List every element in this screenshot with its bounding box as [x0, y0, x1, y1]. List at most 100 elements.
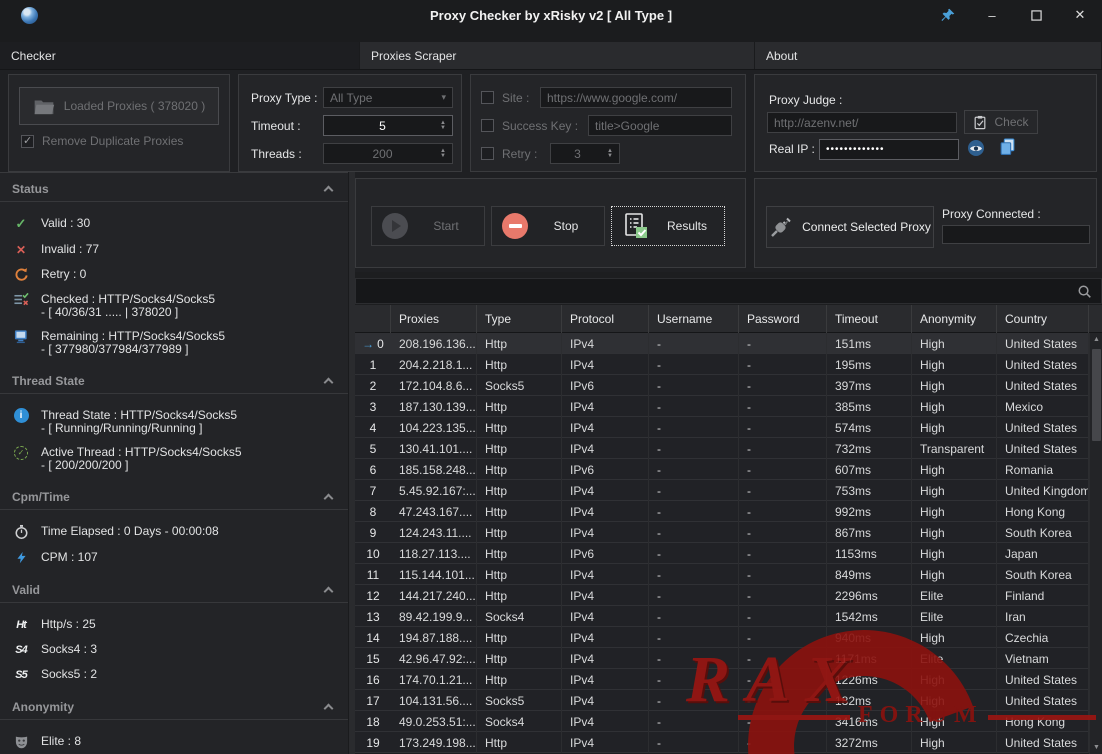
table-row[interactable]: 12144.217.240...HttpIPv4--2296msEliteFin…	[355, 585, 1089, 606]
table-search-bar[interactable]	[355, 278, 1102, 304]
proxy-judge-input[interactable]: http://azenv.net/	[767, 112, 957, 133]
retry-input[interactable]: 3 ▲▼	[550, 143, 620, 164]
scrollbar-thumb[interactable]	[1092, 349, 1101, 441]
table-cell: Japan	[997, 543, 1089, 564]
threads-input[interactable]: 200 ▲▼	[323, 143, 453, 164]
table-cell: South Korea	[997, 522, 1089, 543]
threads-stepper[interactable]: ▲▼	[435, 149, 446, 159]
table-row[interactable]: 1542.96.47.92:...HttpIPv4--1171msEliteVi…	[355, 648, 1089, 669]
table-body: →0208.196.136...HttpIPv4--151msHighUnite…	[355, 333, 1089, 754]
table-row[interactable]: 4104.223.135...HttpIPv4--574msHighUnited…	[355, 417, 1089, 438]
real-ip-input[interactable]: •••••••••••••	[819, 139, 959, 160]
table-row[interactable]: →0208.196.136...HttpIPv4--151msHighUnite…	[355, 333, 1089, 354]
column-header-proxies[interactable]: Proxies	[391, 305, 477, 333]
table-row[interactable]: 3187.130.139...HttpIPv4--385msHighMexico	[355, 396, 1089, 417]
column-header-password[interactable]: Password	[739, 305, 827, 333]
table-cell: High	[912, 732, 997, 753]
table-row[interactable]: 16174.70.1.21...HttpIPv4--1226msHighUnit…	[355, 669, 1089, 690]
section-header[interactable]: Valid	[0, 574, 348, 602]
column-header-protocol[interactable]: Protocol	[562, 305, 649, 333]
timeout-stepper[interactable]: ▲▼	[435, 121, 446, 131]
column-header-username[interactable]: Username	[649, 305, 739, 333]
stop-button[interactable]: Stop	[491, 206, 605, 246]
collapse-chevron-icon[interactable]	[324, 493, 334, 503]
table-cell: High	[912, 522, 997, 543]
table-row[interactable]: 1849.0.253.51:...Socks4IPv4--3416msHighH…	[355, 711, 1089, 732]
row-number: 15	[355, 648, 391, 669]
table-row[interactable]: 1389.42.199.9...Socks4IPv4--1542msEliteI…	[355, 606, 1089, 627]
table-row[interactable]: 847.243.167....HttpIPv4--992msHighHong K…	[355, 501, 1089, 522]
success-key-input[interactable]: title>Google	[588, 115, 732, 136]
table-cell: United States	[997, 375, 1089, 396]
sidebar-status-item: Retry : 0	[0, 262, 348, 287]
column-header-timeout[interactable]: Timeout	[827, 305, 912, 333]
connect-selected-proxy-button[interactable]: Connect Selected Proxy	[766, 206, 934, 248]
s5-icon: S5	[12, 667, 30, 682]
success-key-checkbox[interactable]	[481, 119, 494, 132]
table-row[interactable]: 11115.144.101...HttpIPv4--849msHighSouth…	[355, 564, 1089, 585]
collapse-chevron-icon[interactable]	[324, 703, 334, 713]
table-cell: -	[739, 438, 827, 459]
row-number: 16	[355, 669, 391, 690]
retry-checkbox[interactable]	[481, 147, 494, 160]
table-cell: Http	[477, 354, 562, 375]
table-cell: -	[739, 396, 827, 417]
sidebar-status-item: Elite : 8	[0, 729, 348, 754]
table-cell: Romania	[997, 459, 1089, 480]
collapse-chevron-icon[interactable]	[324, 377, 334, 387]
site-value: https://www.google.com/	[547, 91, 677, 105]
close-button[interactable]: ✕	[1058, 0, 1102, 30]
table-row[interactable]: 5130.41.101....HttpIPv4--732msTransparen…	[355, 438, 1089, 459]
scroll-up-icon[interactable]: ▲	[1090, 333, 1102, 346]
table-row[interactable]: 10118.27.113....HttpIPv6--1153msHighJapa…	[355, 543, 1089, 564]
table-row[interactable]: 17104.131.56....Socks5IPv4--182msHighUni…	[355, 690, 1089, 711]
timeout-input[interactable]: 5 ▲▼	[323, 115, 453, 136]
table-cell: High	[912, 564, 997, 585]
table-cell: -	[739, 501, 827, 522]
start-button[interactable]: Start	[371, 206, 485, 246]
section-header[interactable]: Cpm/Time	[0, 481, 348, 509]
column-header-anonymity[interactable]: Anonymity	[912, 305, 997, 333]
table-cell: -	[649, 564, 739, 585]
remove-duplicates-checkbox[interactable]	[21, 135, 34, 148]
table-row[interactable]: 1204.2.218.1...HttpIPv4--195msHighUnited…	[355, 354, 1089, 375]
table-row[interactable]: 75.45.92.167:...HttpIPv4--753msHighUnite…	[355, 480, 1089, 501]
site-checkbox[interactable]	[481, 91, 494, 104]
column-header-type[interactable]: Type	[477, 305, 562, 333]
collapse-chevron-icon[interactable]	[324, 185, 334, 195]
column-header-rownum[interactable]	[355, 305, 391, 333]
title-bar: Proxy Checker by xRisky v2 [ All Type ] …	[0, 0, 1102, 42]
maximize-button[interactable]	[1014, 0, 1058, 30]
stop-icon	[502, 213, 528, 239]
table-scrollbar[interactable]: ▲ ▼	[1089, 333, 1102, 754]
table-row[interactable]: 14194.87.188....HttpIPv4--940msHighCzech…	[355, 627, 1089, 648]
section-header[interactable]: Anonymity	[0, 691, 348, 719]
sidebar-scrollbar[interactable]	[348, 172, 355, 754]
reveal-ip-eye-icon[interactable]	[967, 139, 985, 157]
minimize-button[interactable]: –	[970, 0, 1014, 30]
proxy-type-dropdown[interactable]: All Type ▾	[323, 87, 453, 108]
scroll-down-icon[interactable]: ▼	[1090, 741, 1102, 754]
results-button[interactable]: Results	[611, 206, 725, 246]
section-header[interactable]: Status	[0, 173, 348, 201]
pin-icon[interactable]	[926, 0, 970, 30]
table-row[interactable]: 9124.243.11....HttpIPv4--867msHighSouth …	[355, 522, 1089, 543]
retry-stepper[interactable]: ▲▼	[602, 149, 613, 159]
judge-check-button[interactable]: Check	[964, 110, 1038, 134]
section-header[interactable]: Thread State	[0, 365, 348, 393]
site-input[interactable]: https://www.google.com/	[540, 87, 732, 108]
table-row[interactable]: 6185.158.248...HttpIPv6--607msHighRomani…	[355, 459, 1089, 480]
proxy-connected-input[interactable]	[942, 225, 1090, 244]
table-cell: -	[739, 522, 827, 543]
row-number: 11	[355, 564, 391, 585]
copy-ip-icon[interactable]	[999, 138, 1017, 156]
tab-proxies-scraper[interactable]: Proxies Scraper	[360, 42, 755, 69]
tab-checker[interactable]: Checker	[0, 42, 360, 69]
tab-about[interactable]: About	[755, 42, 1102, 69]
collapse-chevron-icon[interactable]	[324, 586, 334, 596]
table-row[interactable]: 2172.104.8.6...Socks5IPv6--397msHighUnit…	[355, 375, 1089, 396]
table-row[interactable]: 19173.249.198...HttpIPv4--3272msHighUnit…	[355, 732, 1089, 753]
table-cell: IPv4	[562, 438, 649, 459]
loaded-proxies-button[interactable]: Loaded Proxies ( 378020 )	[19, 87, 219, 125]
column-header-country[interactable]: Country	[997, 305, 1089, 333]
